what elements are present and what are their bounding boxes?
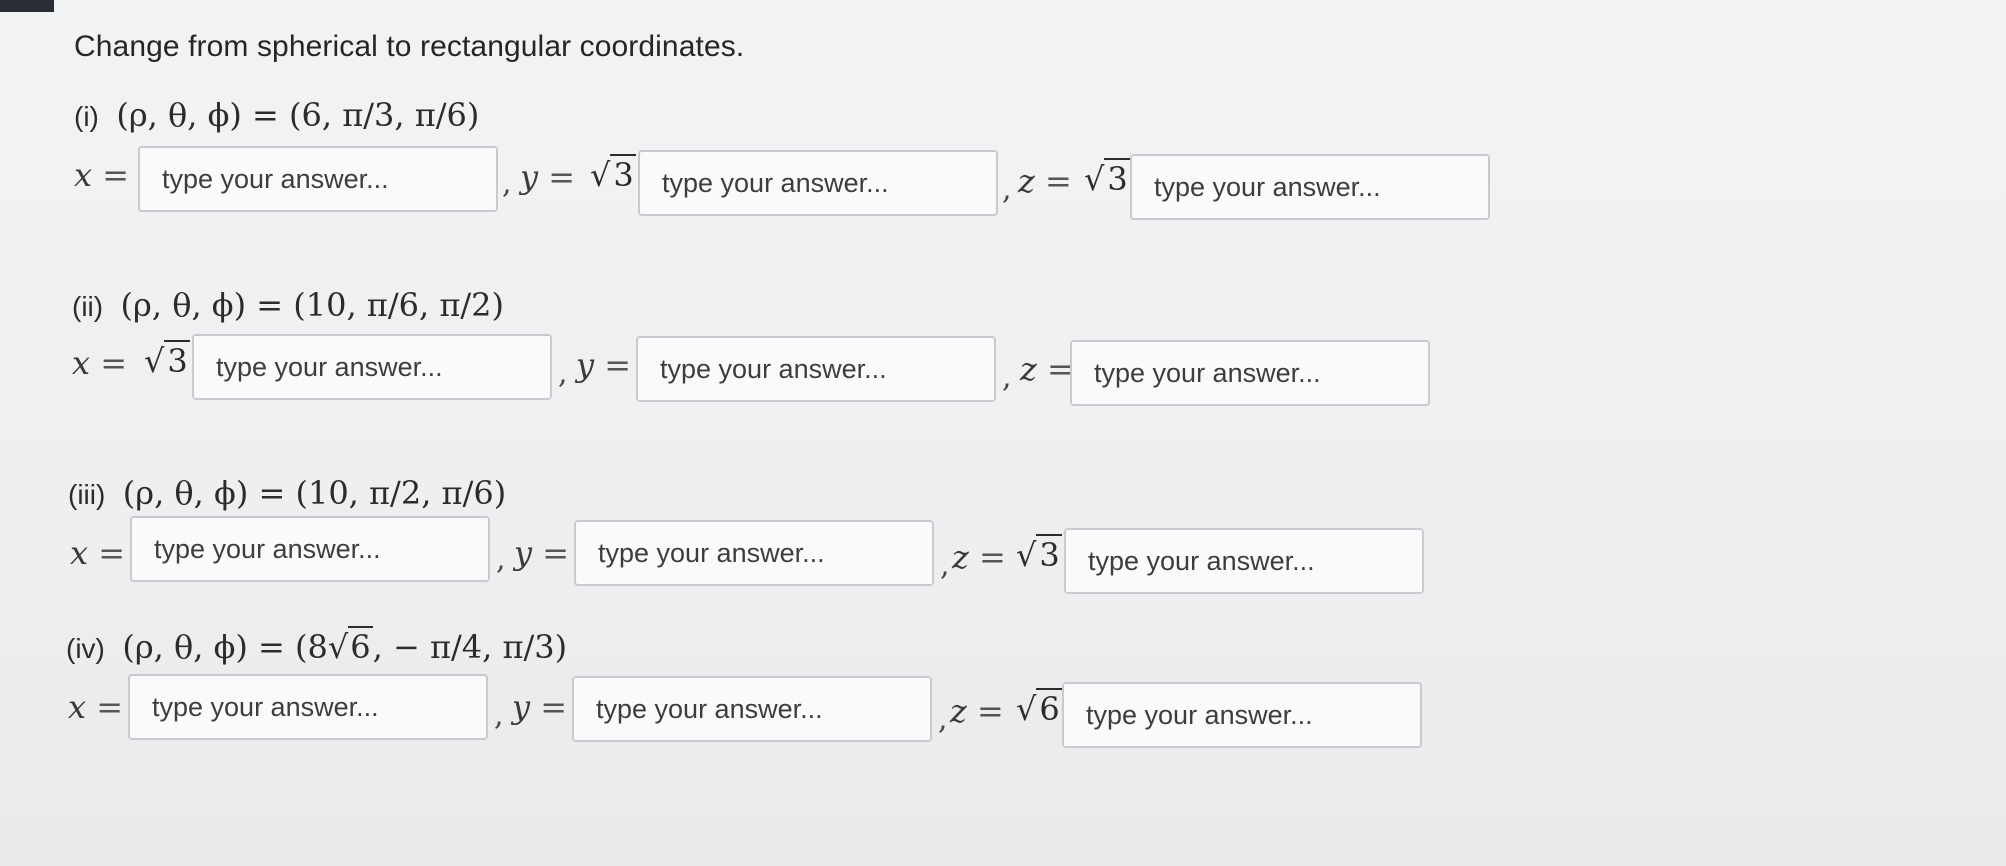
part-i-z-sqrt-prefix: √3 [1084, 158, 1130, 198]
part-iv-comma-1: , [494, 698, 504, 733]
part-iv-comma-2: , [938, 702, 948, 737]
part-i-z-answer-input[interactable] [1130, 154, 1490, 220]
question-title: Change from spherical to rectangular coo… [74, 30, 745, 63]
part-iv-y-label: y = [512, 688, 568, 726]
part-i-x-label: x = [74, 156, 130, 194]
part-iii-x-label: x = [70, 534, 126, 572]
part-iv-coordinates: (ρ, θ, ϕ) = (8√6, − π/4, π/3) [122, 626, 568, 666]
part-i-number: (i) [74, 101, 99, 132]
part-iii-label: (iii) (ρ, θ, ϕ) = (10, π/2, π/6) [68, 474, 506, 513]
part-iii-coordinates: (ρ, θ, ϕ) = (10, π/2, π/6) [122, 474, 507, 512]
part-iv-z-label: z = [950, 692, 1004, 730]
part-ii-x-sqrt-prefix: √3 [144, 340, 190, 380]
part-ii-z-answer-input[interactable] [1070, 340, 1430, 406]
part-ii-number: (ii) [72, 291, 104, 322]
part-iii-number: (iii) [68, 479, 106, 510]
part-iii-x-answer-input[interactable] [130, 516, 490, 582]
part-ii-z-label: z = [1020, 350, 1074, 388]
part-iv-z-sqrt-prefix: √6 [1016, 688, 1062, 728]
part-i-label: (i) (ρ, θ, ϕ) = (6, π/3, π/6) [74, 96, 479, 135]
window-corner-mark [0, 0, 54, 12]
part-ii-coordinates: (ρ, θ, ϕ) = (10, π/6, π/2) [120, 286, 504, 324]
part-iii-comma-1: , [496, 542, 506, 577]
part-ii-y-label: y = [576, 346, 632, 384]
part-iii-y-answer-input[interactable] [574, 520, 934, 586]
part-iv-label: (iv) (ρ, θ, ϕ) = (8√6, − π/4, π/3) [66, 626, 568, 667]
part-ii-x-label: x = [72, 344, 128, 382]
part-iii-comma-2: , [940, 548, 950, 583]
part-i-y-label: y = [520, 158, 576, 196]
part-iii-z-answer-input[interactable] [1064, 528, 1424, 594]
part-iii-z-label: z = [952, 538, 1006, 576]
part-i-z-label: z = [1018, 162, 1072, 200]
part-i-comma-2: , [1002, 172, 1012, 207]
part-i-y-sqrt-prefix: √3 [590, 154, 636, 194]
part-i-comma-1: , [502, 166, 512, 201]
part-iv-x-answer-input[interactable] [128, 674, 488, 740]
part-iii-y-label: y = [514, 534, 570, 572]
part-ii-comma-2: , [1002, 360, 1012, 395]
part-ii-label: (ii) (ρ, θ, ϕ) = (10, π/6, π/2) [72, 286, 504, 325]
part-i-x-answer-input[interactable] [138, 146, 498, 212]
part-ii-y-answer-input[interactable] [636, 336, 996, 402]
part-ii-x-answer-input[interactable] [192, 334, 552, 400]
part-iv-number: (iv) [66, 633, 105, 664]
part-iv-z-answer-input[interactable] [1062, 682, 1422, 748]
part-i-y-answer-input[interactable] [638, 150, 998, 216]
part-iii-z-sqrt-prefix: √3 [1016, 534, 1062, 574]
part-iv-y-answer-input[interactable] [572, 676, 932, 742]
part-i-coordinates: (ρ, θ, ϕ) = (6, π/3, π/6) [116, 96, 480, 134]
part-iv-x-label: x = [68, 688, 124, 726]
part-ii-comma-1: , [558, 356, 568, 391]
